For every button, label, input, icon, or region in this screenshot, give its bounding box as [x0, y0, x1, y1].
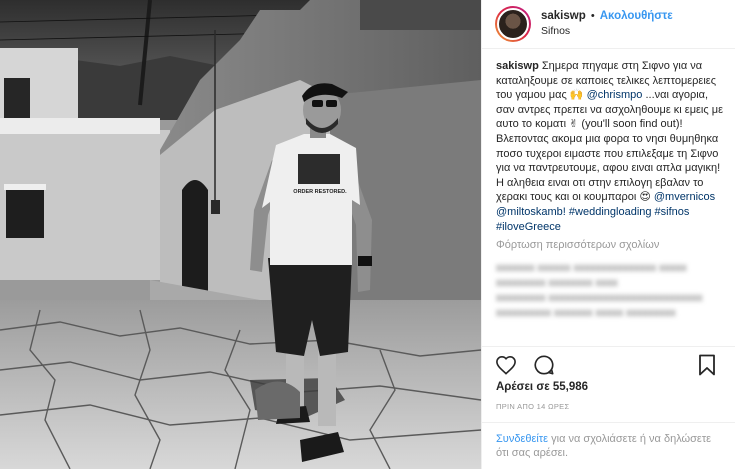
location-link[interactable]: Sifnos: [541, 24, 673, 39]
load-more-comments[interactable]: Φόρτωση περισσότερων σχολίων: [496, 238, 725, 252]
instagram-post: ORDER RESTORED. sakiswp • Ακολουθήστε Si…: [0, 0, 735, 469]
blurred-comments: xxxxxxx xxxxxx xxxxxxxxxxxxxxx xxxxx xxx…: [496, 261, 725, 321]
comment-row: xxxxxxxxxx xxxxxxx xxxxx xxxxxxxxx: [496, 307, 676, 320]
caption-username[interactable]: sakiswp: [496, 60, 539, 72]
bookmark-icon[interactable]: [695, 353, 719, 377]
action-bar: [482, 346, 735, 378]
post-caption: sakiswp Σημερα πηγαμε στη Σιφνο για να κ…: [482, 49, 735, 321]
post-side-panel: sakiswp • Ακολουθήστε Sifnos sakiswp Σημ…: [481, 0, 735, 469]
mention-miltoskamb[interactable]: @miltoskamb!: [496, 206, 566, 218]
comment-row: xxxxxxxxx xxxxxxxxxxxxxxxxxxxxxxxxxxxx: [496, 292, 703, 305]
mention-chrismpo[interactable]: @chrismpo: [587, 89, 643, 101]
mention-mvernicos[interactable]: @mvernicos: [654, 191, 715, 203]
shirt-text: ORDER RESTORED.: [293, 189, 347, 195]
post-photo[interactable]: ORDER RESTORED.: [0, 0, 481, 469]
login-link[interactable]: Συνδεθείτε: [496, 433, 548, 445]
heart-icon[interactable]: [494, 353, 518, 377]
comment-row: xxxxxxx xxxxxx xxxxxxxxxxxxxxx xxxxx: [496, 262, 687, 275]
photo-illustration: ORDER RESTORED.: [0, 0, 481, 469]
header-separator: •: [590, 10, 595, 22]
header-username[interactable]: sakiswp: [541, 10, 586, 22]
avatar[interactable]: [497, 8, 529, 40]
header-info: sakiswp • Ακολουθήστε Sifnos: [541, 9, 673, 39]
comment-icon[interactable]: [532, 353, 556, 377]
likes-count[interactable]: Αρέσει σε 55,986: [496, 381, 588, 393]
comment-row: xxxxxxxxx xxxxxxxx xxxx: [496, 277, 618, 290]
follow-button[interactable]: Ακολουθήστε: [600, 10, 673, 22]
post-header: sakiswp • Ακολουθήστε Sifnos: [482, 0, 735, 49]
story-ring[interactable]: [495, 6, 531, 42]
post-timestamp[interactable]: ΠΡΙΝ ΑΠΟ 14 ΩΡΕΣ: [496, 402, 569, 411]
login-prompt: Συνδεθείτε για να σχολιάσετε ή να δηλώσε…: [482, 422, 735, 460]
